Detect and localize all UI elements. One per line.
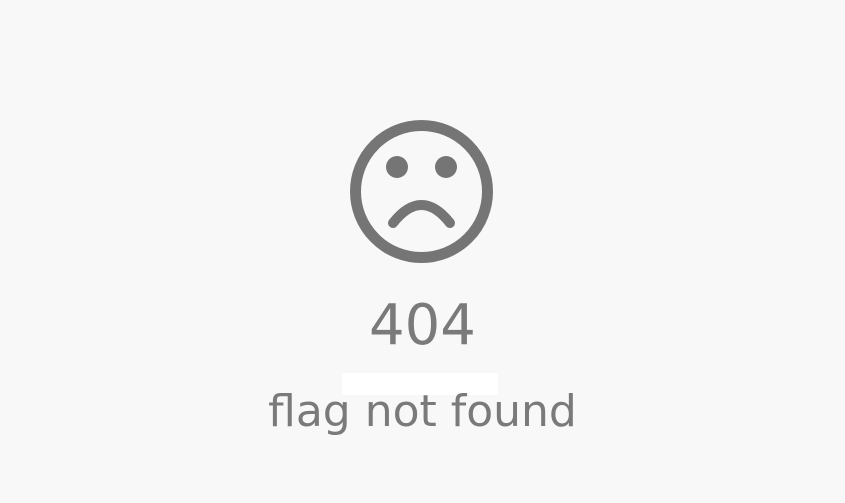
error-code: 404 xyxy=(369,293,476,358)
sad-face-icon xyxy=(350,120,493,263)
error-message: flag not found xyxy=(268,386,577,437)
error-page: 404 flag not found xyxy=(0,0,845,503)
